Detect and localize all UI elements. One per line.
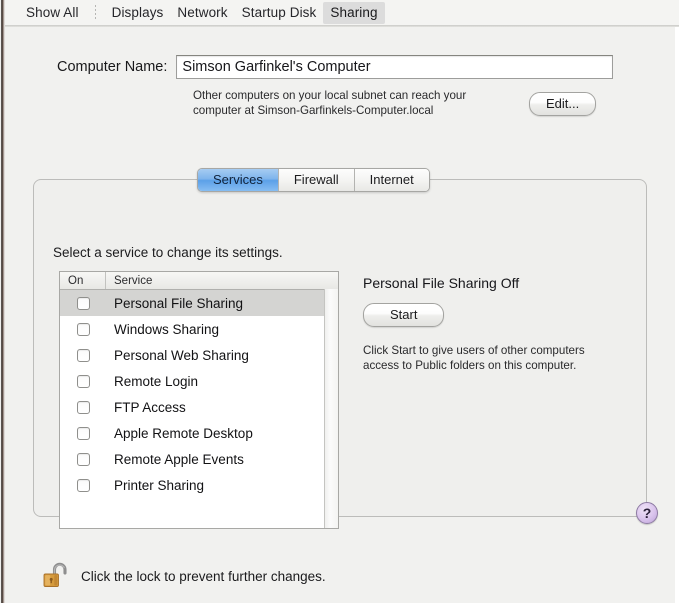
checkbox-icon[interactable] xyxy=(76,348,90,362)
lock-row[interactable]: Click the lock to prevent further change… xyxy=(41,559,326,593)
table-row[interactable]: Printer Sharing xyxy=(60,472,338,498)
table-row[interactable]: Remote Apple Events xyxy=(60,446,338,472)
edit-button[interactable]: Edit... xyxy=(529,91,597,116)
tab-firewall[interactable]: Firewall xyxy=(278,169,355,191)
service-name: Personal File Sharing xyxy=(114,295,244,311)
service-name: Apple Remote Desktop xyxy=(114,425,253,441)
services-table: On Service Personal File Sharing Windows… xyxy=(59,271,339,529)
system-preferences-window: Show All Displays Network Startup Disk S… xyxy=(0,0,679,606)
table-row[interactable]: Personal Web Sharing xyxy=(60,342,338,368)
table-row[interactable]: Apple Remote Desktop xyxy=(60,420,338,446)
service-status-title: Personal File Sharing Off xyxy=(363,275,520,291)
service-checkbox-cell[interactable] xyxy=(60,426,106,440)
toolbar-show-all-button[interactable]: Show All xyxy=(19,2,86,24)
service-name: FTP Access xyxy=(114,399,186,415)
service-checkbox-cell[interactable] xyxy=(60,452,106,466)
tab-bar: Services Firewall Internet xyxy=(197,168,430,192)
unlocked-padlock-icon[interactable] xyxy=(41,559,71,593)
preferences-toolbar: Show All Displays Network Startup Disk S… xyxy=(5,0,679,25)
service-checkbox-cell[interactable] xyxy=(60,348,106,362)
services-table-scrollbar[interactable] xyxy=(324,289,338,528)
services-table-header: On Service xyxy=(60,272,338,290)
service-name: Remote Apple Events xyxy=(114,451,244,467)
computer-name-input[interactable]: Simson Garfinkel's Computer xyxy=(176,55,613,79)
question-mark-icon: ? xyxy=(642,505,652,521)
computer-name-value: Simson Garfinkel's Computer xyxy=(182,59,371,75)
service-name: Printer Sharing xyxy=(114,477,205,493)
service-checkbox-cell[interactable] xyxy=(60,478,106,492)
checkbox-icon[interactable] xyxy=(76,400,90,414)
toolbar-item-startup-disk[interactable]: Startup Disk xyxy=(235,2,324,24)
instruction-text: Select a service to change its settings. xyxy=(53,245,283,260)
service-checkbox-cell[interactable] xyxy=(60,400,106,414)
toolbar-item-network[interactable]: Network xyxy=(170,2,234,24)
table-row[interactable]: Remote Login xyxy=(60,368,338,394)
sharing-preference-pane: Computer Name: Simson Garfinkel's Comput… xyxy=(5,27,675,603)
subnet-info-row: Other computers on your local subnet can… xyxy=(193,89,623,118)
table-row[interactable]: FTP Access xyxy=(60,394,338,420)
service-checkbox-cell[interactable] xyxy=(60,374,106,388)
service-name: Windows Sharing xyxy=(114,321,220,337)
table-row[interactable]: Windows Sharing xyxy=(60,316,338,342)
table-row[interactable]: Personal File Sharing xyxy=(60,290,338,316)
computer-name-label: Computer Name: xyxy=(57,59,168,75)
computer-name-row: Computer Name: Simson Garfinkel's Comput… xyxy=(57,55,613,79)
toolbar-divider xyxy=(94,5,96,20)
service-checkbox-cell[interactable] xyxy=(60,322,106,336)
start-button[interactable]: Start xyxy=(363,303,445,327)
checkbox-icon[interactable] xyxy=(76,296,90,310)
column-header-service[interactable]: Service xyxy=(106,272,338,289)
services-table-body: Personal File Sharing Windows Sharing Pe… xyxy=(60,290,338,528)
checkbox-icon[interactable] xyxy=(76,452,90,466)
toolbar-item-displays[interactable]: Displays xyxy=(105,2,171,24)
checkbox-icon[interactable] xyxy=(76,426,90,440)
checkbox-icon[interactable] xyxy=(76,374,90,388)
service-checkbox-cell[interactable] xyxy=(60,296,106,310)
tab-internet[interactable]: Internet xyxy=(354,169,429,191)
service-name: Remote Login xyxy=(114,373,199,389)
checkbox-icon[interactable] xyxy=(76,322,90,336)
subnet-help-text: Other computers on your local subnet can… xyxy=(193,89,467,117)
service-description: Click Start to give users of other compu… xyxy=(363,344,585,372)
column-header-on[interactable]: On xyxy=(60,272,106,289)
checkbox-icon[interactable] xyxy=(76,478,90,492)
tab-services[interactable]: Services xyxy=(198,169,279,191)
toolbar-item-sharing[interactable]: Sharing xyxy=(323,1,385,24)
service-name: Personal Web Sharing xyxy=(114,347,249,363)
help-button[interactable]: ? xyxy=(636,502,658,524)
service-detail-panel: Personal File Sharing Off Start Click St… xyxy=(363,275,633,373)
window-right-edge xyxy=(675,0,679,606)
lock-instruction-text: Click the lock to prevent further change… xyxy=(81,568,326,584)
